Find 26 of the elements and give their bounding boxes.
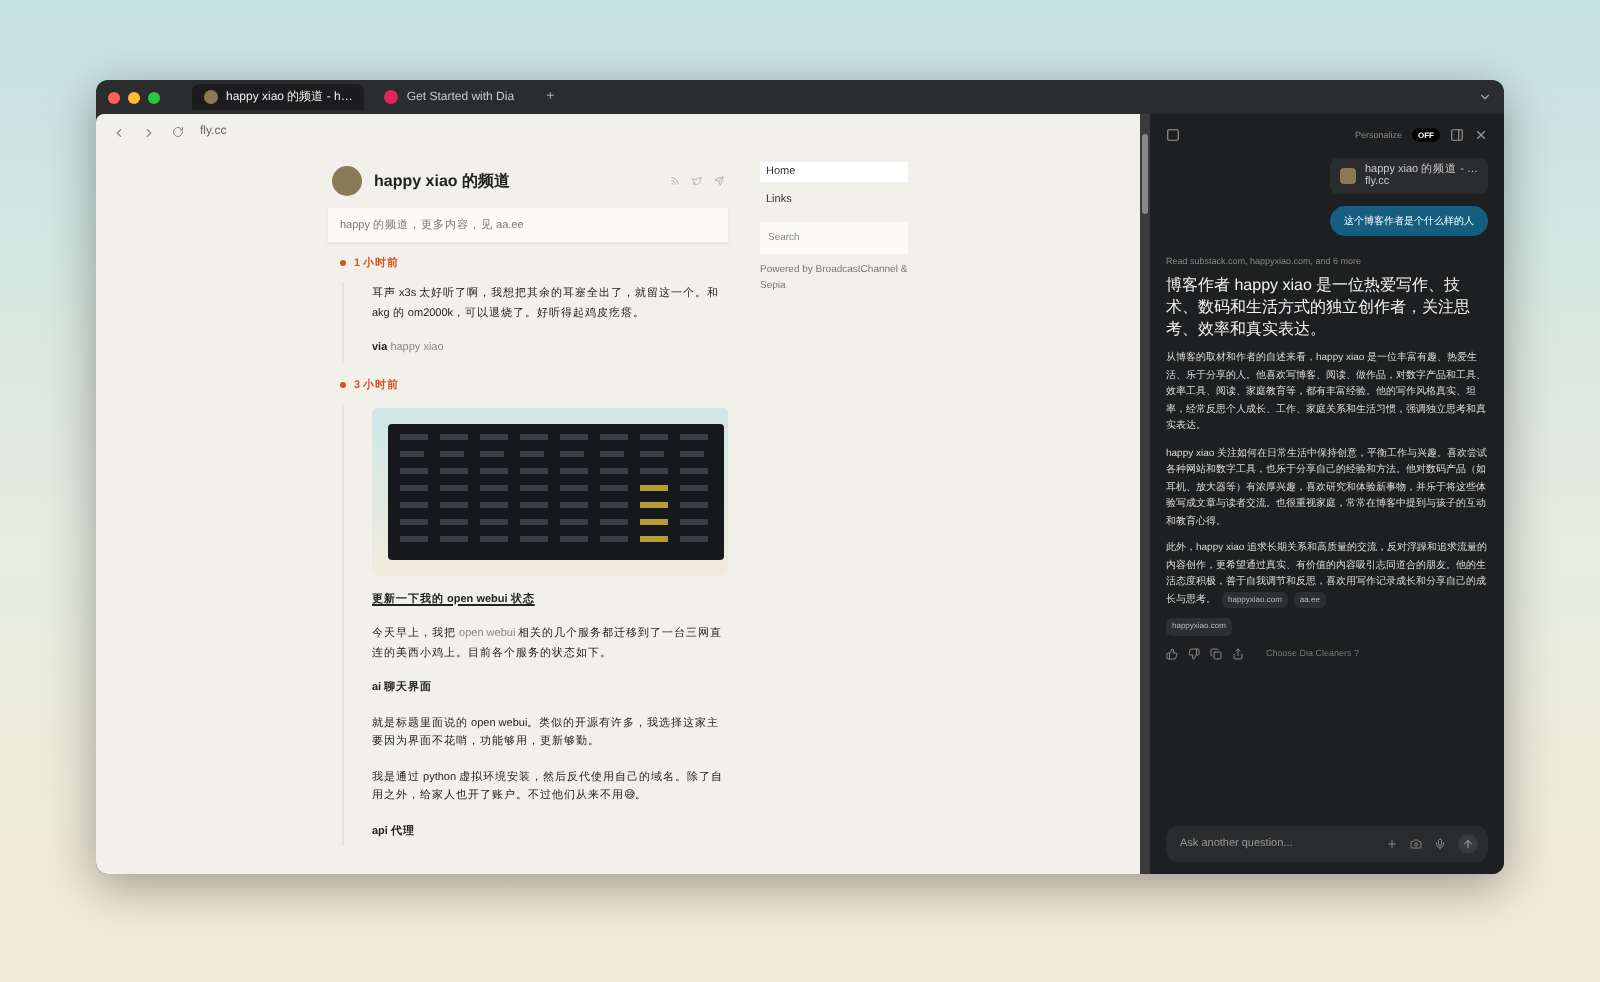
forward-icon[interactable] — [142, 125, 156, 139]
page-thumbnail — [1340, 168, 1357, 184]
mic-icon[interactable] — [1434, 838, 1446, 850]
minimize-window-icon[interactable] — [128, 91, 140, 103]
new-chat-icon[interactable] — [1166, 127, 1180, 141]
copy-icon[interactable] — [1210, 647, 1222, 659]
favicon-icon — [204, 90, 218, 104]
back-icon[interactable] — [112, 125, 126, 139]
scrollbar-thumb[interactable] — [1142, 134, 1148, 214]
answer-heading: 博客作者 happy xiao 是一位热爱写作、技术、数码和生活方式的独立创作者，关注思考、效率和真实表达。 — [1166, 274, 1472, 340]
avatar — [332, 166, 362, 196]
sidebar-icon[interactable] — [1450, 127, 1464, 141]
arrow-up-icon — [1462, 838, 1474, 850]
thumbs-down-icon[interactable] — [1188, 647, 1200, 659]
close-icon[interactable] — [1474, 127, 1488, 141]
chevron-down-icon[interactable] — [1478, 90, 1492, 104]
send-button[interactable] — [1458, 834, 1478, 854]
channel-title: happy xiao 的频道 — [374, 170, 513, 192]
maximize-window-icon[interactable] — [148, 91, 160, 103]
favicon-icon — [384, 90, 399, 104]
camera-icon[interactable] — [1410, 838, 1422, 850]
share-icon[interactable] — [1232, 647, 1244, 659]
plus-icon[interactable] — [1386, 838, 1398, 850]
reload-icon[interactable] — [172, 126, 184, 138]
close-window-icon[interactable] — [108, 91, 120, 103]
thumbs-up-icon[interactable] — [1166, 647, 1178, 659]
